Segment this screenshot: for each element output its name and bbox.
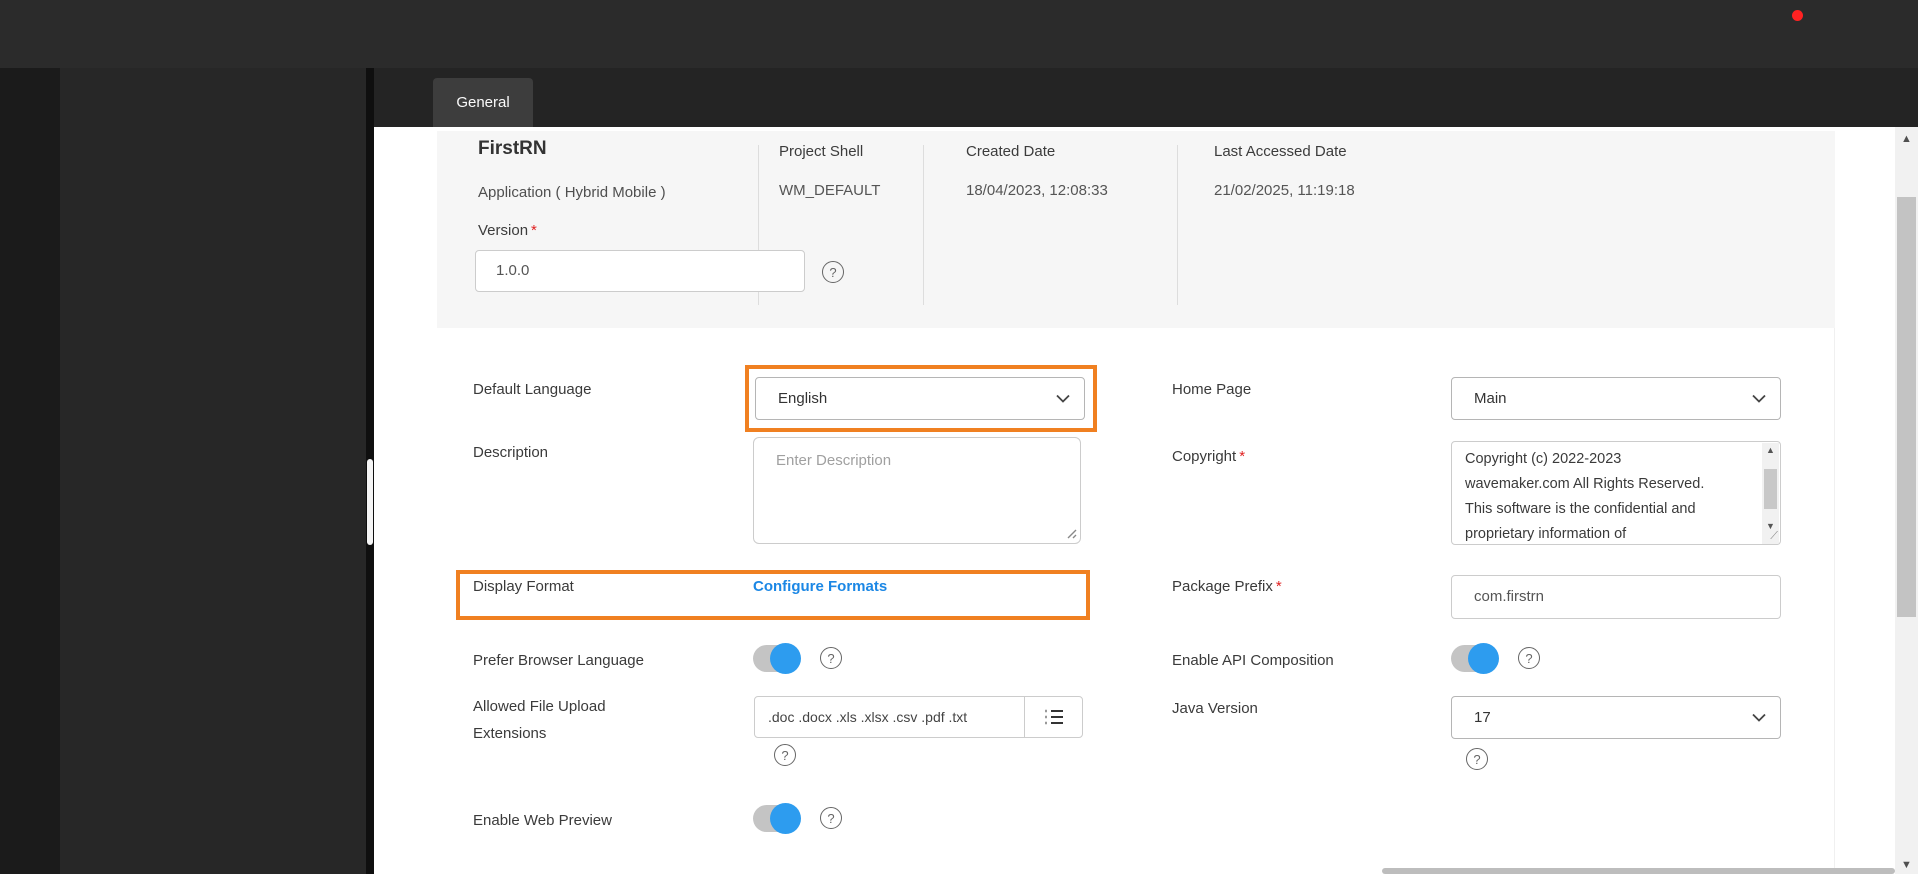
sidebar-scrollbar-thumb[interactable] (367, 459, 373, 545)
chevron-down-icon (1752, 394, 1766, 403)
description-textarea[interactable]: Enter Description (753, 437, 1081, 544)
resize-handle-icon[interactable] (1066, 528, 1077, 539)
configure-formats-link[interactable]: Configure Formats (753, 578, 887, 595)
package-prefix-input[interactable]: com.firstrn (1451, 575, 1781, 619)
config-sidebar (60, 68, 366, 874)
project-shell-value: WM_DEFAULT (779, 182, 881, 199)
default-language-label: Default Language (473, 381, 592, 398)
allowed-extensions-input[interactable]: .doc .docx .xls .xlsx .csv .pdf .txt (754, 696, 1025, 738)
copyright-scrollbar-thumb[interactable] (1764, 469, 1777, 509)
list-icon (1045, 709, 1063, 725)
last-accessed-date-value: 21/02/2025, 11:19:18 (1214, 182, 1355, 199)
chevron-down-icon (1752, 713, 1766, 722)
tab-general[interactable]: General (433, 78, 533, 127)
chevron-down-icon (1056, 394, 1070, 403)
extensions-list-button[interactable] (1024, 696, 1083, 738)
required-asterisk: * (1275, 578, 1282, 595)
project-title: FirstRN (478, 138, 547, 159)
allowed-file-upload-label-line1: Allowed File Upload (473, 698, 606, 715)
toggle-knob (770, 643, 801, 674)
project-shell-label: Project Shell (779, 143, 864, 160)
version-help-icon[interactable]: ? (822, 261, 844, 283)
java-version-help-icon[interactable]: ? (1466, 748, 1488, 770)
description-label: Description (473, 444, 549, 461)
version-label: Version * (478, 222, 537, 239)
java-version-select[interactable]: 17 (1451, 696, 1781, 739)
scroll-up-icon[interactable]: ▲ (1766, 445, 1775, 455)
enable-web-preview-help-icon[interactable]: ? (820, 807, 842, 829)
version-input[interactable]: 1.0.0 (475, 250, 805, 292)
project-info-panel (437, 131, 1835, 328)
notification-badge (1792, 10, 1803, 21)
enable-web-preview-toggle[interactable] (753, 803, 801, 834)
created-date-label: Created Date (966, 143, 1056, 160)
copyright-label: Copyright * (1172, 448, 1246, 465)
info-divider (923, 145, 924, 305)
enable-api-composition-label: Enable API Composition (1172, 652, 1334, 669)
prefer-browser-language-help-icon[interactable]: ? (820, 647, 842, 669)
toggle-knob (770, 803, 801, 834)
last-accessed-date-label: Last Accessed Date (1214, 143, 1347, 160)
page-scrollbar-thumb[interactable] (1897, 197, 1916, 617)
prefer-browser-language-label: Prefer Browser Language (473, 652, 644, 669)
default-language-select[interactable]: English (755, 377, 1085, 420)
copyright-text: Copyright (c) 2022-2023 wavemaker.com Al… (1465, 451, 1705, 542)
info-divider (1177, 145, 1178, 305)
required-asterisk: * (1239, 448, 1246, 465)
enable-api-composition-help-icon[interactable]: ? (1518, 647, 1540, 669)
horizontal-scrollbar-thumb[interactable] (1382, 868, 1895, 874)
allowed-file-upload-label-line2: Extensions (473, 725, 547, 742)
package-prefix-label: Package Prefix * (1172, 578, 1282, 595)
home-page-select[interactable]: Main (1451, 377, 1781, 420)
left-icon-rail (0, 68, 60, 874)
toggle-knob (1468, 643, 1499, 674)
prefer-browser-language-toggle[interactable] (753, 643, 801, 674)
required-asterisk: * (531, 222, 537, 239)
scroll-up-icon[interactable]: ▲ (1901, 134, 1913, 145)
tab-bar (374, 68, 1918, 127)
scroll-down-icon[interactable]: ▼ (1901, 860, 1913, 871)
display-format-label: Display Format (473, 578, 574, 595)
enable-api-composition-toggle[interactable] (1451, 643, 1499, 674)
java-version-label: Java Version (1172, 700, 1258, 717)
home-page-label: Home Page (1172, 381, 1252, 398)
resize-handle-icon[interactable]: ⟋ (1770, 530, 1778, 543)
created-date-value: 18/04/2023, 12:08:33 (966, 182, 1108, 199)
allowed-extensions-help-icon[interactable]: ? (774, 744, 796, 766)
copyright-textarea[interactable]: Copyright (c) 2022-2023 wavemaker.com Al… (1451, 441, 1781, 545)
top-bar (0, 0, 1918, 68)
enable-web-preview-label: Enable Web Preview (473, 812, 612, 829)
project-type: Application ( Hybrid Mobile ) (478, 184, 666, 201)
